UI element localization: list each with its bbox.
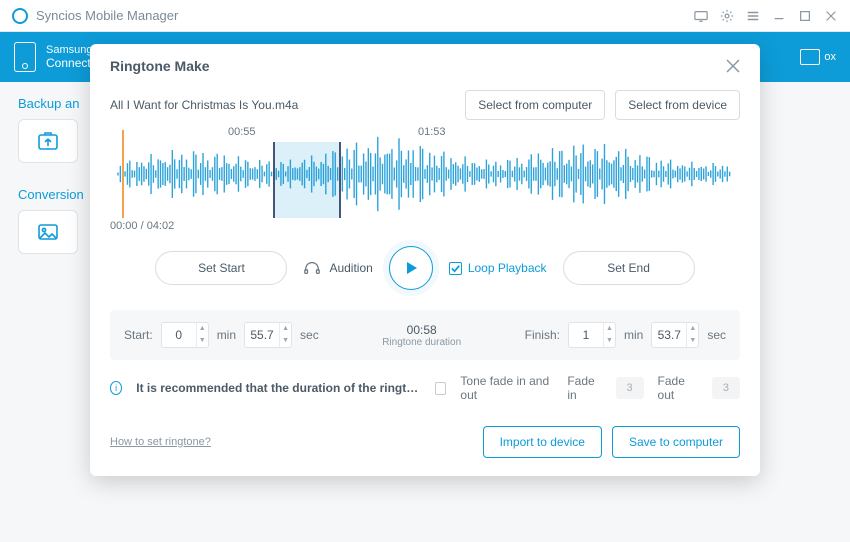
fade-out-label: Fade out bbox=[658, 374, 698, 402]
save-to-computer-button[interactable]: Save to computer bbox=[612, 426, 740, 458]
audio-filename: All I Want for Christmas Is You.m4a bbox=[110, 98, 455, 112]
close-icon[interactable] bbox=[726, 59, 740, 73]
recommendation-text: It is recommended that the duration of t… bbox=[136, 381, 421, 395]
select-from-computer-button[interactable]: Select from computer bbox=[465, 90, 605, 120]
fade-checkbox[interactable] bbox=[435, 382, 446, 395]
playhead-marker[interactable] bbox=[122, 130, 124, 218]
time-inputs-row: Start: ▲▼ min ▲▼ sec 00:58 Ringtone dura… bbox=[110, 310, 740, 360]
duration-label: Ringtone duration bbox=[327, 337, 517, 348]
import-to-device-button[interactable]: Import to device bbox=[483, 426, 602, 458]
set-end-button[interactable]: Set End bbox=[563, 251, 695, 285]
how-to-link[interactable]: How to set ringtone? bbox=[110, 436, 211, 448]
finish-sec-input[interactable]: ▲▼ bbox=[651, 322, 699, 348]
info-icon: i bbox=[110, 381, 122, 395]
set-start-button[interactable]: Set Start bbox=[155, 251, 287, 285]
start-min-input[interactable]: ▲▼ bbox=[161, 322, 209, 348]
selection-start-time: 00:55 bbox=[228, 126, 256, 138]
audition-button[interactable]: Audition bbox=[303, 261, 372, 275]
ringtone-make-dialog: Ringtone Make All I Want for Christmas I… bbox=[90, 44, 760, 476]
select-from-device-button[interactable]: Select from device bbox=[615, 90, 740, 120]
selection-end-time: 01:53 bbox=[418, 126, 446, 138]
finish-min-input[interactable]: ▲▼ bbox=[568, 322, 616, 348]
duration-value: 00:58 bbox=[327, 323, 517, 337]
play-button[interactable] bbox=[389, 246, 433, 290]
waveform-area[interactable]: 00:55 01:53 00:00 / 04:02 bbox=[110, 130, 740, 240]
play-icon bbox=[403, 260, 419, 276]
fade-in-input[interactable] bbox=[616, 377, 644, 399]
waveform-selection[interactable] bbox=[273, 142, 341, 218]
start-label: Start: bbox=[124, 328, 153, 342]
time-readout: 00:00 / 04:02 bbox=[110, 218, 740, 232]
fade-out-input[interactable] bbox=[712, 377, 740, 399]
check-icon bbox=[451, 264, 460, 273]
loop-playback-checkbox[interactable]: Loop Playback bbox=[449, 261, 547, 275]
headphones-icon bbox=[303, 261, 321, 275]
finish-label: Finish: bbox=[525, 328, 560, 342]
fade-label: Tone fade in and out bbox=[460, 374, 553, 402]
start-sec-input[interactable]: ▲▼ bbox=[244, 322, 292, 348]
dialog-title: Ringtone Make bbox=[110, 58, 210, 74]
fade-in-label: Fade in bbox=[567, 374, 601, 402]
